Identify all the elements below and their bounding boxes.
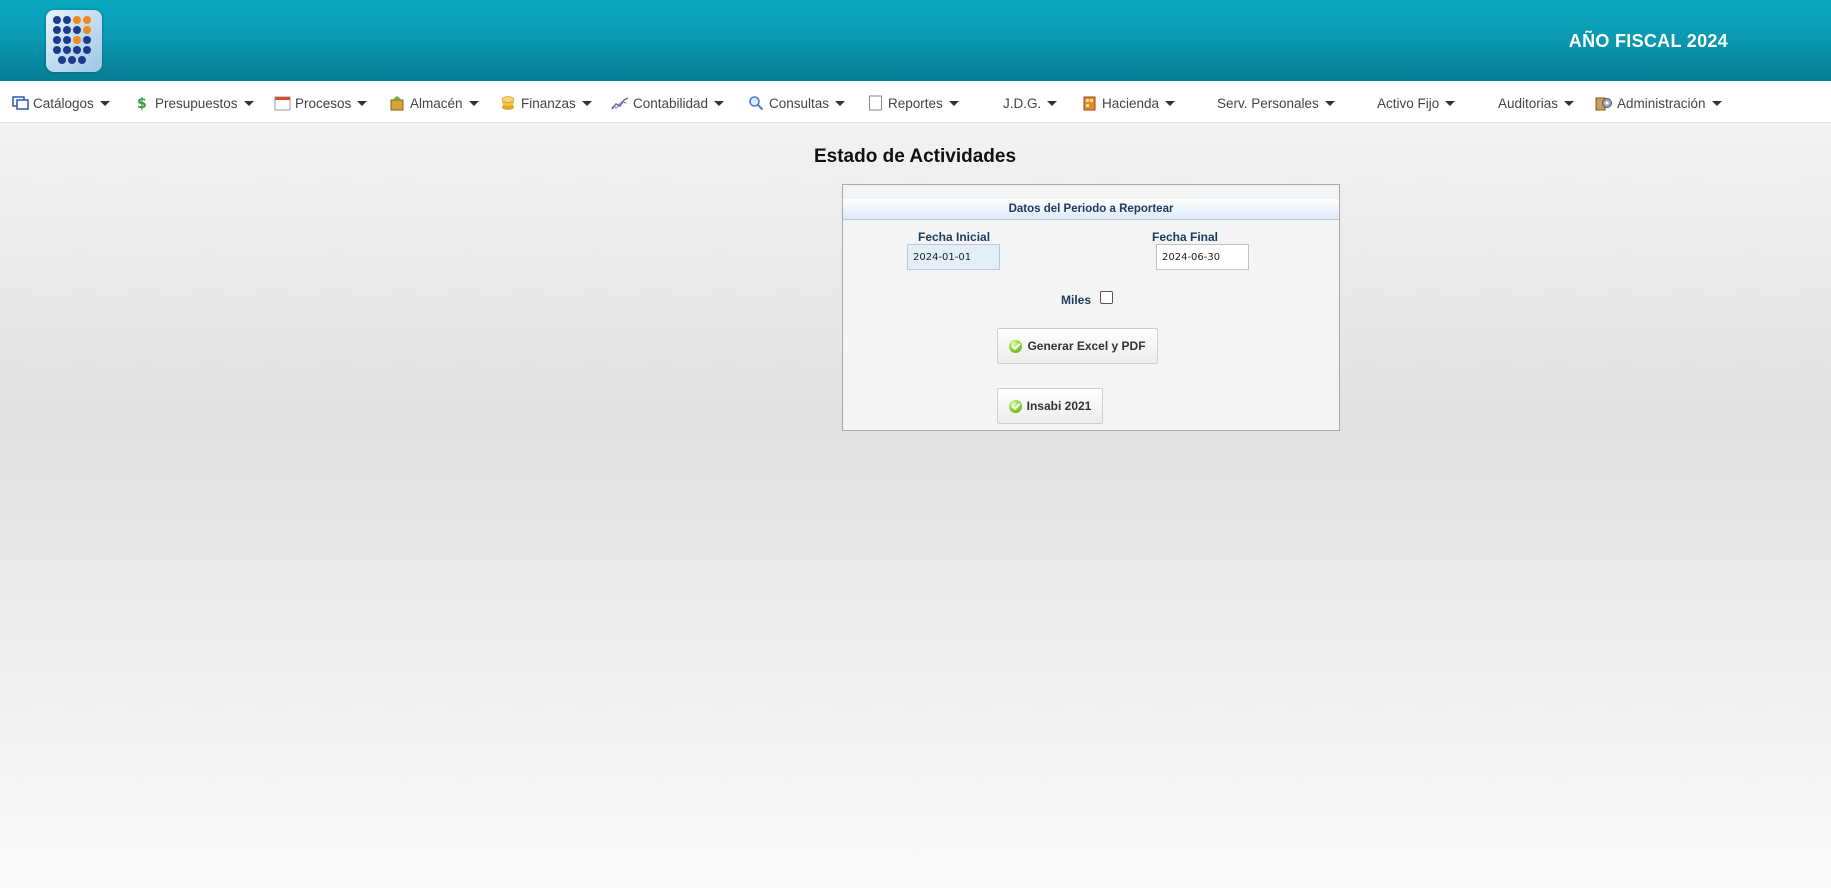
page-title: Estado de Actividades [813, 146, 1017, 167]
menu-contabilidad[interactable]: Contabilidad [611, 94, 725, 112]
menu-procesos[interactable]: Procesos [273, 94, 368, 112]
chevron-down-icon [1047, 100, 1058, 106]
top-header: AÑO FISCAL 2024 [0, 0, 1831, 81]
menu-finanzas[interactable]: Finanzas [499, 94, 592, 112]
start-date-input[interactable] [907, 244, 1000, 270]
main-menu: Catálogos $ Presupuestos Procesos Almacé… [0, 81, 1831, 123]
admin-icon [1595, 95, 1613, 111]
chevron-down-icon [1324, 100, 1335, 106]
end-date-input[interactable] [1156, 244, 1249, 270]
chevron-down-icon [99, 100, 110, 106]
menu-auditorias[interactable]: Auditorias [1498, 94, 1575, 112]
building-icon [1080, 95, 1098, 111]
chevron-down-icon [243, 100, 254, 106]
chevron-down-icon [581, 100, 592, 106]
menu-activo-fijo[interactable]: Activo Fijo [1377, 94, 1456, 112]
chevron-down-icon [714, 100, 725, 106]
chevron-down-icon [468, 100, 479, 106]
chevron-down-icon [1711, 100, 1722, 106]
catalog-icon [11, 95, 29, 111]
chart-line-icon [611, 95, 629, 111]
menu-consultas[interactable]: Consultas [747, 94, 846, 112]
money-icon: $ [133, 95, 151, 111]
menu-almacen[interactable]: Almacén [388, 94, 479, 112]
fiscal-year-label: AÑO FISCAL 2024 [1568, 31, 1728, 51]
chevron-down-icon [948, 100, 959, 106]
miles-label: Miles [1061, 293, 1092, 307]
menu-presupuestos[interactable]: $ Presupuestos [133, 94, 254, 112]
end-date-label: Fecha Final [1152, 230, 1219, 244]
menu-serv-personales[interactable]: Serv. Personales [1217, 94, 1335, 112]
check-icon [1009, 339, 1023, 353]
report-icon [866, 95, 884, 111]
panel-title: Datos del Periodo a Reportear [843, 199, 1339, 220]
insabi-2021-button[interactable]: Insabi 2021 [997, 388, 1103, 424]
miles-checkbox[interactable] [1100, 291, 1113, 304]
menu-administracion[interactable]: Administración [1595, 94, 1722, 112]
check-icon [1008, 399, 1022, 413]
chevron-down-icon [357, 100, 368, 106]
app-logo[interactable] [46, 10, 102, 72]
generate-excel-pdf-button[interactable]: Generar Excel y PDF [997, 328, 1158, 364]
start-date-label: Fecha Inicial [918, 230, 991, 244]
menu-jdg[interactable]: J.D.G. [1003, 94, 1058, 112]
menu-reportes[interactable]: Reportes [866, 94, 959, 112]
magnifier-icon [747, 95, 765, 111]
calendar-icon [273, 95, 291, 111]
menu-catalogos[interactable]: Catálogos [11, 94, 110, 112]
box-icon [388, 95, 406, 111]
chevron-down-icon [1165, 100, 1176, 106]
coins-icon [499, 95, 517, 111]
menu-hacienda[interactable]: Hacienda [1080, 94, 1176, 112]
svg-text:$: $ [137, 96, 147, 111]
chevron-down-icon [835, 100, 846, 106]
chevron-down-icon [1564, 100, 1575, 106]
chevron-down-icon [1445, 100, 1456, 106]
report-period-panel: Datos del Periodo a Reportear Fecha Inic… [842, 184, 1340, 431]
